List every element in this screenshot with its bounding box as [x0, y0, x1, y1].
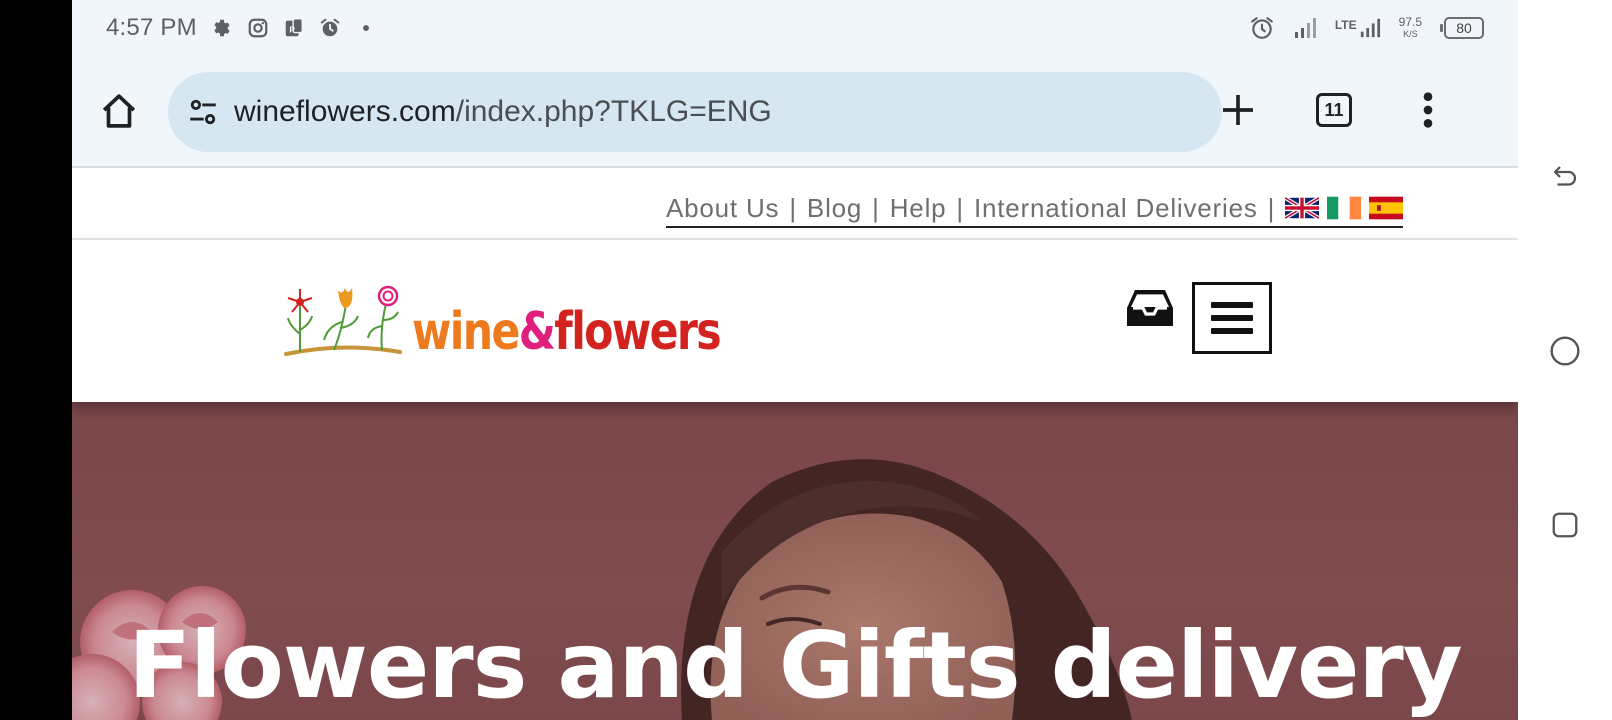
hamburger-menu-button[interactable] [1192, 282, 1272, 354]
svg-text:P: P [289, 26, 295, 35]
uk-flag-icon[interactable] [1285, 196, 1320, 220]
home-icon[interactable] [98, 90, 140, 132]
speed-unit: K/S [1403, 29, 1418, 39]
new-tab-button[interactable] [1214, 86, 1262, 134]
recents-button[interactable] [1548, 508, 1582, 542]
logo-word-flowers: flowers [554, 302, 721, 362]
link-separator: | [872, 192, 880, 223]
status-system-icons: LTE 97.5 K/S 80 [1249, 15, 1484, 41]
tab-switcher-button[interactable]: 11 [1310, 86, 1358, 134]
system-nav-bar [1518, 0, 1612, 720]
top-links: About Us | Blog | Help | International D… [666, 190, 1404, 228]
flowers-logo-icon [284, 285, 402, 356]
status-time: 4:57 PM [106, 14, 197, 41]
site-header: wine&flowers [72, 240, 1518, 402]
home-circle-icon [1550, 336, 1580, 366]
signal-icon [1294, 18, 1316, 38]
new-tab-icon [1223, 95, 1253, 125]
link-separator: | [1267, 192, 1276, 223]
top-links-bar: About Us | Blog | Help | International D… [72, 168, 1518, 240]
app-icon: P [285, 18, 303, 37]
logo-ampersand: & [518, 302, 556, 362]
tab-switcher-icon: 11 [1316, 93, 1352, 127]
battery-level: 80 [1444, 17, 1484, 39]
logo-wordmark: wine&flowers [412, 306, 722, 358]
device-frame: 4:57 PM P LTE 97.5 K/S 80 wineflowers.co… [0, 0, 1612, 720]
recents-icon [1552, 512, 1578, 538]
network-type: LTE [1334, 18, 1357, 32]
site-settings-icon[interactable] [186, 95, 220, 129]
ireland-flag-icon[interactable] [1327, 196, 1362, 220]
site-logo[interactable]: wine&flowers [282, 282, 788, 362]
speed-value: 97.5 [1398, 15, 1422, 29]
hero-title: Flowers and Gifts delivery [128, 612, 1462, 719]
more-menu-icon [1423, 92, 1433, 128]
back-button[interactable] [1548, 160, 1582, 194]
phone-screen: 4:57 PM P LTE 97.5 K/S 80 wineflowers.co… [72, 0, 1518, 720]
url-text[interactable]: wineflowers.com/index.php?TKLG=ENG [234, 95, 772, 129]
alarm-icon [320, 18, 340, 37]
link-separator: | [789, 192, 797, 223]
link-separator: | [956, 192, 964, 223]
network-speed: 97.5 K/S [1399, 16, 1422, 40]
instagram-icon [248, 18, 268, 38]
lte-signal-icon: LTE [1335, 17, 1381, 39]
spain-flag-icon[interactable] [1369, 196, 1404, 220]
address-bar[interactable]: wineflowers.com/index.php?TKLG=ENG [168, 72, 1222, 152]
battery-icon: 80 [1440, 17, 1484, 39]
status-notification-icons: P [211, 17, 377, 39]
blog-link[interactable]: Blog [807, 193, 862, 224]
left-bezel [0, 0, 72, 720]
logo-word-wine: wine [412, 302, 520, 362]
url-domain: wineflowers.com [234, 95, 456, 128]
back-icon [1553, 166, 1577, 186]
settings-icon [214, 19, 230, 37]
hero-banner: Flowers and Gifts delivery [72, 402, 1518, 720]
menu-bar [1211, 302, 1253, 308]
about-us-link[interactable]: About Us [666, 193, 779, 224]
home-nav-button[interactable] [1548, 334, 1582, 368]
international-deliveries-link[interactable]: International Deliveries [974, 193, 1258, 224]
url-path: /index.php?TKLG=ENG [455, 95, 772, 128]
menu-bar [1211, 328, 1253, 334]
more-menu-button[interactable] [1404, 86, 1452, 134]
inbox-icon[interactable] [1126, 288, 1174, 328]
menu-bar [1211, 315, 1253, 321]
help-link[interactable]: Help [890, 193, 947, 224]
status-bar: 4:57 PM P LTE 97.5 K/S 80 [72, 0, 1518, 56]
alarm-icon [1251, 17, 1273, 39]
browser-toolbar: wineflowers.com/index.php?TKLG=ENG 11 [72, 56, 1518, 168]
dot-icon [362, 25, 369, 31]
